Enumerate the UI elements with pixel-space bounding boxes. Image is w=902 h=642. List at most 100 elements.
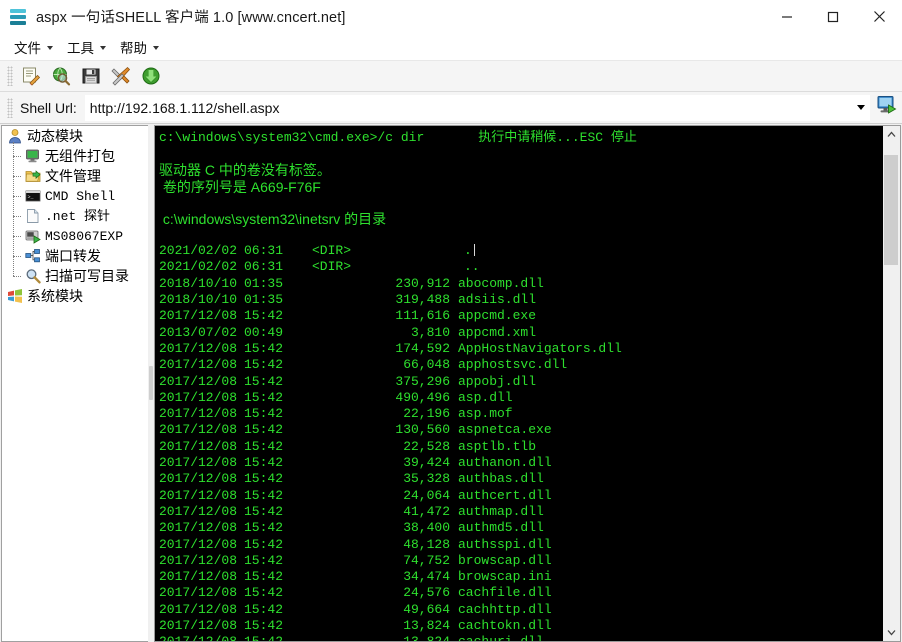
dir-listing-row: 2013/07/02 00:49 3,810 appcmd.xml: [159, 325, 882, 341]
dir-row-size: 38,400: [403, 520, 450, 536]
tree-item-label: 无组件打包: [45, 148, 115, 164]
dir-row-time: 15:42: [244, 487, 284, 503]
shell-url-label: Shell Url:: [20, 99, 77, 116]
toolbar-globe-search-button[interactable]: [46, 62, 76, 90]
close-button[interactable]: [856, 0, 902, 33]
main-area: 动态模块 无组件打包 文件管理 >_ CMD Shell .net 探针 MS0…: [0, 124, 902, 642]
tree-item-port-forward[interactable]: 端口转发: [2, 246, 148, 266]
tree-children-dynamic: 无组件打包 文件管理 >_ CMD Shell .net 探针 MS08067E…: [2, 142, 148, 286]
console-output[interactable]: c:\windows\system32\cmd.exe>/c dir 执行中请稍候…: [155, 126, 882, 641]
toolbar-save-button[interactable]: [76, 62, 106, 90]
shell-url-combobox[interactable]: http://192.168.1.112/shell.aspx: [84, 94, 870, 121]
dir-row-size: 24,064: [403, 487, 450, 503]
dir-row-time: 15:42: [244, 438, 284, 454]
dir-row-size: 3,810: [410, 324, 450, 340]
toolbar-download-button[interactable]: [136, 62, 166, 90]
dir-row-size: 66,048: [403, 357, 450, 373]
scroll-up-button[interactable]: [883, 126, 900, 143]
dir-row-name: cachtokn.dll: [458, 618, 552, 634]
dir-row-size: 13,824: [403, 618, 450, 634]
save-floppy-icon: [81, 66, 101, 86]
scroll-down-button[interactable]: [883, 624, 900, 641]
tree-item-file-manager[interactable]: 文件管理: [2, 166, 148, 186]
dir-row-name: browscap.dll: [458, 552, 552, 568]
tree-item-label: 端口转发: [45, 248, 101, 264]
connect-button[interactable]: [872, 93, 902, 122]
dir-row-time: 15:42: [244, 536, 284, 552]
splitter-grip: [149, 366, 153, 400]
dir-listing-row: 2017/12/08 15:42 48,128 authsspi.dll: [159, 537, 882, 553]
dir-row-date: 2018/10/10: [159, 292, 238, 308]
scrollbar-thumb[interactable]: [884, 155, 898, 265]
toolbar-grip[interactable]: [7, 66, 13, 86]
tree-root-dynamic-modules[interactable]: 动态模块: [2, 126, 148, 146]
urlbar-grip[interactable]: [7, 97, 13, 118]
dir-row-size: 35,328: [403, 471, 450, 487]
tree-item-label: 扫描可写目录: [45, 268, 129, 284]
dir-row-name: authmap.dll: [458, 503, 544, 519]
maximize-button[interactable]: [810, 0, 856, 33]
minimize-button[interactable]: [764, 0, 810, 33]
dir-row-time: 15:42: [244, 471, 284, 487]
chevron-down-icon: [100, 45, 106, 50]
dir-row-date: 2021/02/02: [159, 243, 238, 259]
dir-row-size: 74,752: [403, 552, 450, 568]
tree-item-label: 文件管理: [45, 168, 101, 184]
dir-row-date: 2017/12/08: [159, 601, 238, 617]
chevron-down-icon: [856, 105, 865, 110]
tree-item-package[interactable]: 无组件打包: [2, 146, 148, 166]
tree-item-ms08067exp[interactable]: MS08067EXP: [2, 226, 148, 246]
menu-file[interactable]: 文件: [8, 34, 61, 60]
shell-url-input[interactable]: http://192.168.1.112/shell.aspx: [86, 100, 852, 116]
tree-root-system-modules[interactable]: 系统模块: [2, 286, 148, 306]
dir-row-size: 22,196: [403, 406, 450, 422]
tree-item-scan-writable-dirs[interactable]: 扫描可写目录: [2, 266, 148, 286]
window-controls: [764, 0, 902, 33]
menu-tools[interactable]: 工具: [61, 34, 114, 60]
dir-row-size: 230,912: [395, 275, 450, 291]
menu-help[interactable]: 帮助: [114, 34, 167, 60]
toolbar-new-note-button[interactable]: [16, 62, 46, 90]
dir-row-time: 06:31: [244, 259, 284, 275]
dir-row-date: 2017/12/08: [159, 308, 238, 324]
dir-row-date: 2017/12/08: [159, 406, 238, 422]
shell-url-dropdown-button[interactable]: [852, 97, 869, 119]
svg-text:>_: >_: [27, 195, 34, 201]
toolbar: [0, 61, 902, 92]
dir-row-size: 39,424: [403, 455, 450, 471]
dir-row-size: 49,664: [403, 601, 450, 617]
dir-row-date: 2013/07/02: [159, 324, 238, 340]
dir-row-time: 00:49: [244, 324, 284, 340]
dir-row-time: 15:42: [244, 520, 284, 536]
dir-row-size: 48,128: [403, 536, 450, 552]
tree-item-net-probe[interactable]: .net 探针: [2, 206, 148, 226]
dir-row-time: 15:42: [244, 552, 284, 568]
dir-row-name: cachhttp.dll: [458, 601, 552, 617]
scrollbar-track[interactable]: [883, 143, 900, 624]
dir-row-name: browscap.ini: [458, 569, 552, 585]
console-scrollbar[interactable]: [882, 126, 900, 641]
dir-listing-row: 2017/12/08 15:42 35,328 authbas.dll: [159, 471, 882, 487]
magnifier-icon: [24, 268, 41, 285]
dir-row-time: 15:42: [244, 601, 284, 617]
download-icon: [141, 66, 161, 86]
dir-row-date: 2017/12/08: [159, 357, 238, 373]
dir-listing-row: 2021/02/02 06:31 <DIR>..: [159, 259, 882, 275]
tree-root2-label: 系统模块: [27, 288, 83, 304]
toolbar-tools-button[interactable]: [106, 62, 136, 90]
dir-row-time: 01:35: [244, 292, 284, 308]
title-bar: aspx 一句话SHELL 客户端 1.0 [www.cncert.net]: [0, 0, 902, 33]
connect-monitor-icon: [876, 94, 898, 121]
dir-row-dir-marker: <DIR>: [312, 259, 352, 275]
tree-item-cmd-shell[interactable]: >_ CMD Shell: [2, 186, 148, 206]
dir-row-name: asptlb.tlb: [458, 438, 537, 454]
exploit-icon: [24, 228, 41, 245]
module-tree[interactable]: 动态模块 无组件打包 文件管理 >_ CMD Shell .net 探针 MS0…: [1, 125, 148, 642]
dir-row-dir-marker: <DIR>: [312, 243, 352, 259]
dir-row-time: 15:42: [244, 618, 284, 634]
dir-listing-row: 2021/02/02 06:31 <DIR>.: [159, 243, 882, 259]
dir-row-size: 41,472: [403, 503, 450, 519]
dir-row-name: authbas.dll: [458, 471, 544, 487]
user-icon: [6, 128, 23, 145]
dir-row-date: 2017/12/08: [159, 520, 238, 536]
